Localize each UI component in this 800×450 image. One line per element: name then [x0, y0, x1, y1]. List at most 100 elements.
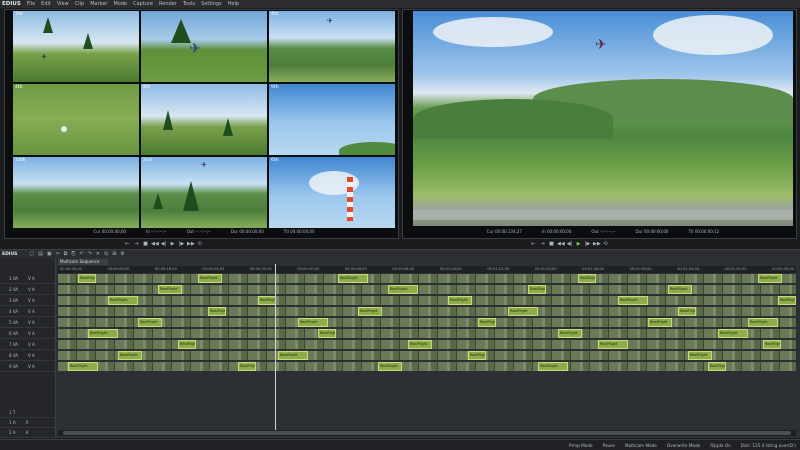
track-header[interactable]: 7 VA V A	[0, 340, 56, 350]
cut-icon[interactable]: ✂	[56, 251, 60, 257]
timeline-clip[interactable]: RealFlight	[508, 307, 538, 316]
recorder-preview[interactable]: ✈	[413, 11, 793, 226]
mark-out-icon[interactable]: ⇥	[133, 241, 140, 247]
menu-clip[interactable]: Clip	[75, 1, 84, 7]
timeline-clip[interactable]: RealFlight	[88, 329, 118, 338]
timeline-clip[interactable]: RealFlight	[408, 340, 432, 349]
rewind-icon[interactable]: ◀◀	[151, 241, 159, 247]
timeline-track[interactable]: RealFlight RealFlight RealFlight RealFlight	[58, 307, 796, 316]
settings-icon[interactable]: ⚙	[120, 251, 124, 257]
undo-icon[interactable]: ↶	[79, 251, 83, 257]
sequence-tab[interactable]: Multicam Sequence	[58, 259, 108, 265]
track-header[interactable]: 8 VA V A	[0, 351, 56, 361]
open-icon[interactable]: ▤	[38, 251, 43, 257]
mark-in-icon[interactable]: ⇤	[530, 241, 537, 247]
timeline-clip[interactable]: RealFlight	[678, 307, 696, 316]
track-header[interactable]: 1 VA V A	[0, 274, 56, 284]
camera-view-6[interactable]: 9th	[269, 84, 395, 155]
timeline-track[interactable]: RealFlight RealFlight RealFlight RealFlight	[58, 329, 796, 338]
camera-view-8[interactable]: 2nd ✈	[141, 157, 267, 228]
track-header[interactable]: 5 VA V A	[0, 318, 56, 328]
timeline-clip[interactable]: RealFlight	[578, 274, 596, 283]
play-icon[interactable]: ▶	[575, 241, 582, 247]
snap-icon[interactable]: ⊞	[112, 251, 116, 257]
camera-view-2[interactable]: ✈	[141, 11, 267, 82]
fast-forward-icon[interactable]: ▶▶	[593, 241, 601, 247]
timeline-clip[interactable]: RealFlight	[758, 274, 782, 283]
camera-view-5[interactable]: 8th	[141, 84, 267, 155]
step-forward-icon[interactable]: |▶	[178, 241, 185, 247]
timeline-clip[interactable]: RealFlight	[718, 329, 748, 338]
timeline-clip[interactable]: RealFlight	[78, 274, 96, 283]
track-header[interactable]: 4 VA V A	[0, 307, 56, 317]
timeline-clip[interactable]: RealFlight	[748, 318, 778, 327]
timeline-clip[interactable]: RealFlight	[68, 362, 98, 371]
ripple-icon[interactable]: ⇆	[104, 251, 108, 257]
rewind-icon[interactable]: ◀◀	[557, 241, 565, 247]
fast-forward-icon[interactable]: ▶▶	[187, 241, 195, 247]
timeline-clip[interactable]: RealFlight	[448, 296, 472, 305]
timeline-track[interactable]: RealFlight RealFlight RealFlight RealFlight	[58, 285, 796, 294]
save-icon[interactable]: ▣	[47, 251, 52, 257]
timeline-clip[interactable]: RealFlight	[388, 285, 418, 294]
scrollbar-thumb[interactable]	[63, 431, 791, 435]
timeline-clip[interactable]: RealFlight	[338, 274, 368, 283]
camera-view-9[interactable]: 6th	[269, 157, 395, 228]
track-area[interactable]: RealFlight RealFlight RealFlight RealFlight…	[58, 274, 796, 424]
timeline-clip[interactable]: RealFlight	[238, 362, 256, 371]
timeline-clip[interactable]: RealFlight	[558, 329, 582, 338]
menu-tools[interactable]: Tools	[183, 1, 195, 7]
timeline-clip[interactable]: RealFlight	[198, 274, 222, 283]
loop-icon[interactable]: ⟲	[602, 241, 609, 247]
timeline-clip[interactable]: RealFlight	[208, 307, 226, 316]
timeline-clip[interactable]: RealFlight	[258, 296, 276, 305]
timeline-clip[interactable]: RealFlight	[178, 340, 196, 349]
timeline-clip[interactable]: RealFlight	[528, 285, 546, 294]
camera-view-7[interactable]: 11th	[13, 157, 139, 228]
track-header[interactable]: 3 VA V A	[0, 296, 56, 306]
timeline-track[interactable]: RealFlight RealFlight RealFlight RealFlight…	[58, 274, 796, 283]
timeline-track[interactable]: RealFlight RealFlight RealFlight RealFlight	[58, 351, 796, 360]
stop-icon[interactable]: ■	[142, 241, 149, 247]
camera-view-3[interactable]: 4th ✈	[269, 11, 395, 82]
step-forward-icon[interactable]: |▶	[584, 241, 591, 247]
timeline-clip[interactable]: RealFlight	[648, 318, 672, 327]
timeline-clip[interactable]: RealFlight	[108, 296, 138, 305]
timeline-clip[interactable]: RealFlight	[538, 362, 568, 371]
play-icon[interactable]: ▶	[169, 241, 176, 247]
timeline-clip[interactable]: RealFlight	[358, 307, 382, 316]
menu-view[interactable]: View	[57, 1, 69, 7]
redo-icon[interactable]: ↷	[88, 251, 92, 257]
mark-out-icon[interactable]: ⇥	[539, 241, 546, 247]
timeline-ruler[interactable]: 00:00:00;00 00:00:08;00 00:00:16;00 00:00:2…	[58, 266, 796, 273]
timeline-clip[interactable]: RealFlight	[318, 329, 336, 338]
menu-capture[interactable]: Capture	[133, 1, 153, 7]
new-sequence-icon[interactable]: ▢	[29, 251, 34, 257]
camera-view-4[interactable]: 4th	[13, 84, 139, 155]
paste-icon[interactable]: ⎘	[71, 251, 75, 257]
timeline-clip[interactable]: RealFlight	[478, 318, 496, 327]
menu-render[interactable]: Render	[159, 1, 177, 7]
timeline-clip[interactable]: RealFlight	[618, 296, 648, 305]
timeline-track[interactable]: RealFlight RealFlight RealFlight RealFlight	[58, 340, 796, 349]
timeline-clip[interactable]: RealFlight	[278, 351, 308, 360]
copy-icon[interactable]: ⧉	[64, 251, 68, 257]
timeline-clip[interactable]: RealFlight	[598, 340, 628, 349]
menu-mode[interactable]: Mode	[113, 1, 127, 7]
track-header[interactable]: 2 VA V A	[0, 285, 56, 295]
menu-settings[interactable]: Settings	[201, 1, 222, 7]
timeline-clip[interactable]: RealFlight	[763, 340, 781, 349]
playhead[interactable]	[275, 264, 276, 436]
timeline-clip[interactable]: RealFlight	[708, 362, 726, 371]
timeline-track[interactable]: RealFlight RealFlight RealFlight RealFlight…	[58, 296, 796, 305]
timeline-clip[interactable]: RealFlight	[688, 351, 712, 360]
timeline-track[interactable]: RealFlight RealFlight RealFlight RealFlight…	[58, 362, 796, 371]
timeline-clip[interactable]: RealFlight	[138, 318, 162, 327]
loop-icon[interactable]: ⟲	[196, 241, 203, 247]
camera-view-1[interactable]: 7th ✈	[13, 11, 139, 82]
timeline-clip[interactable]: RealFlight	[158, 285, 182, 294]
timeline-clip[interactable]: RealFlight	[378, 362, 402, 371]
track-header[interactable]: 1 A A	[0, 418, 56, 428]
timeline-clip[interactable]: RealFlight	[468, 351, 486, 360]
track-header[interactable]: 1 T	[0, 408, 56, 418]
